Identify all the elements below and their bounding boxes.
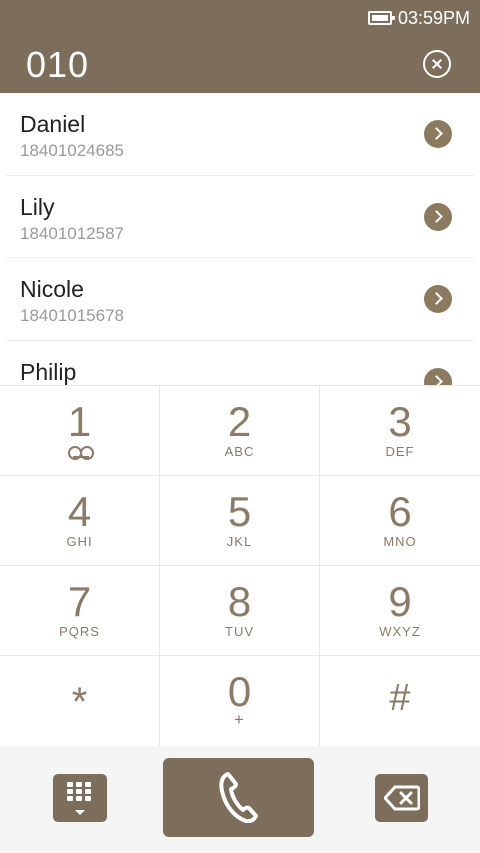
key-digit: 7 — [67, 578, 92, 625]
status-time: 03:59PM — [397, 7, 470, 28]
key-digit: 6 — [388, 488, 412, 535]
key-digit: 3 — [388, 398, 412, 445]
contact-suggestions: Daniel 18401024685 Lily 18401012587 Nico… — [0, 93, 480, 385]
key-1[interactable]: 1 — [0, 386, 160, 476]
key-digit: 4 — [67, 488, 92, 535]
contact-name: Nicole — [20, 276, 84, 302]
key-letters: ABC — [224, 444, 255, 459]
key-7[interactable]: 7 PQRS — [0, 566, 160, 656]
key-4[interactable]: 4 GHI — [0, 476, 160, 566]
chevron-right-icon[interactable] — [424, 202, 452, 231]
contact-row[interactable]: Nicole 18401015678 — [6, 258, 474, 341]
key-5[interactable]: 5 JKL — [160, 476, 320, 566]
key-letters: DEF — [385, 444, 415, 459]
key-digit: 2 — [227, 398, 252, 445]
key-star[interactable]: * — [0, 656, 160, 746]
key-letters: TUV — [225, 624, 254, 639]
dial-keypad: 1 2 ABC 3 DEF 4 GHI 5 JKL 6 MNO 7 PQRS 8… — [0, 385, 480, 746]
key-letters: PQRS — [59, 624, 100, 639]
dialer-action-bar — [0, 746, 480, 853]
key-letters: GHI — [66, 534, 93, 549]
key-6[interactable]: 6 MNO — [320, 476, 480, 566]
key-digit: 1 — [67, 398, 92, 445]
key-digit: 0 — [227, 668, 252, 715]
backspace-icon[interactable] — [375, 774, 428, 822]
chevron-right-icon[interactable] — [424, 120, 452, 148]
dialed-number[interactable]: 010 — [26, 44, 89, 86]
key-letters: JKL — [226, 534, 253, 549]
key-digit: 9 — [388, 578, 412, 625]
key-digit: * — [71, 680, 88, 724]
key-digit: 5 — [227, 488, 252, 535]
contact-name: Philip — [20, 358, 77, 385]
key-2[interactable]: 2 ABC — [160, 386, 320, 476]
key-letters: WXYZ — [379, 624, 421, 639]
key-9[interactable]: 9 WXYZ — [320, 566, 480, 656]
status-bar: 03:59PM — [367, 7, 470, 29]
contact-row[interactable]: Philip 18401018659 — [6, 341, 474, 385]
dialer-header: 03:59PM 010 — [0, 0, 480, 93]
clear-icon[interactable] — [423, 50, 451, 78]
dialpad-icon[interactable] — [53, 774, 107, 822]
phone-icon — [219, 772, 258, 823]
key-0[interactable]: 0 + — [160, 656, 320, 746]
contact-number: 18401015678 — [20, 306, 125, 325]
key-letters: + — [234, 710, 245, 729]
call-button[interactable] — [163, 758, 314, 837]
chevron-right-icon[interactable] — [424, 367, 452, 385]
contact-row[interactable]: Daniel 18401024685 — [6, 93, 474, 176]
key-digit: # — [389, 677, 411, 719]
contact-number: 18401012587 — [20, 223, 125, 243]
chevron-right-icon[interactable] — [424, 285, 452, 313]
key-digit: 8 — [227, 578, 252, 625]
contact-number: 18401024685 — [20, 141, 125, 160]
contact-name: Lily — [20, 193, 55, 220]
battery-full-icon — [367, 11, 395, 25]
key-hash[interactable]: # — [320, 656, 480, 746]
key-8[interactable]: 8 TUV — [160, 566, 320, 656]
contact-name: Daniel — [20, 111, 86, 137]
key-3[interactable]: 3 DEF — [320, 386, 480, 476]
key-letters: MNO — [383, 534, 417, 549]
contact-row[interactable]: Lily 18401012587 — [6, 176, 474, 258]
